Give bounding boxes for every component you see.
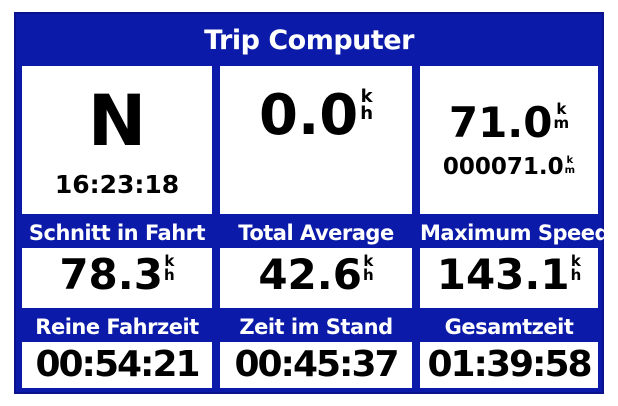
time-value-total-time: 01:39:58 [427, 344, 592, 385]
trip-odometer-unit-bottom: m [553, 114, 570, 133]
stat-panel-total-average: 42.6 k h [220, 248, 412, 308]
stat-value-total-average: 42.6 [258, 250, 362, 299]
time-label-stopped-time: Zeit im Stand [239, 315, 393, 339]
time-label-moving-time: Reine Fahrzeit [35, 315, 199, 339]
odometer-panel: 71.0 k m 000071.0 k m [420, 66, 598, 214]
heading-panel: N 16:23:18 [22, 66, 212, 214]
stat-label-total-average: Total Average [238, 221, 394, 245]
time-of-day: 16:23:18 [54, 170, 180, 199]
total-odometer-unit: km [565, 156, 575, 175]
trip-odometer-value: 71.0 [448, 98, 553, 147]
stat-value-moving-average: 78.3 [59, 250, 163, 299]
stat-unit-bottom-total-average: h [362, 266, 374, 285]
stat-unit-bottom-maximum-speed: h [570, 266, 582, 285]
stat-panel-maximum-speed: 143.1 k h [420, 248, 598, 308]
stat-unit-bottom-moving-average: h [163, 266, 175, 285]
time-label-total-time: Gesamtzeit [444, 315, 574, 339]
total-odometer-value: 000071.0 [442, 154, 564, 180]
stat-panel-moving-average: 78.3 k h [22, 248, 212, 308]
total-odometer-readout: 000071.0 k m [420, 156, 598, 179]
time-panel-moving-time: 00:54:21 [22, 342, 212, 388]
stat-label-moving-average: Schnitt in Fahrt [28, 221, 206, 245]
stat-unit-maximum-speed: kh [570, 253, 582, 285]
speed-unit: kh [360, 87, 374, 125]
page-title: Trip Computer [204, 25, 414, 56]
stat-unit-moving-average: kh [163, 253, 175, 285]
trip-odometer-readout: 71.0 k m [420, 101, 598, 144]
trip-computer-screen: Trip Computer N 16:23:18 0.0 k h 71.0 k m 00… [14, 12, 610, 394]
speed-panel: 0.0 k h [220, 66, 412, 214]
stat-label-maximum-speed: Maximum Speed [420, 221, 610, 245]
stat-unit-total-average: kh [362, 253, 374, 285]
time-value-moving-time: 00:54:21 [35, 344, 200, 385]
time-panel-stopped-time: 00:45:37 [220, 342, 412, 388]
trip-odometer-unit: km [553, 101, 570, 133]
heading-value: N [87, 80, 147, 162]
time-panel-total-time: 01:39:58 [420, 342, 598, 388]
speed-value: 0.0 [258, 83, 359, 148]
stat-value-maximum-speed: 143.1 [436, 250, 570, 299]
time-value-stopped-time: 00:45:37 [234, 344, 399, 385]
total-odometer-unit-bottom: m [564, 164, 576, 176]
speed-unit-bottom: h [360, 103, 374, 125]
speed-readout: 0.0 k h [220, 87, 412, 144]
